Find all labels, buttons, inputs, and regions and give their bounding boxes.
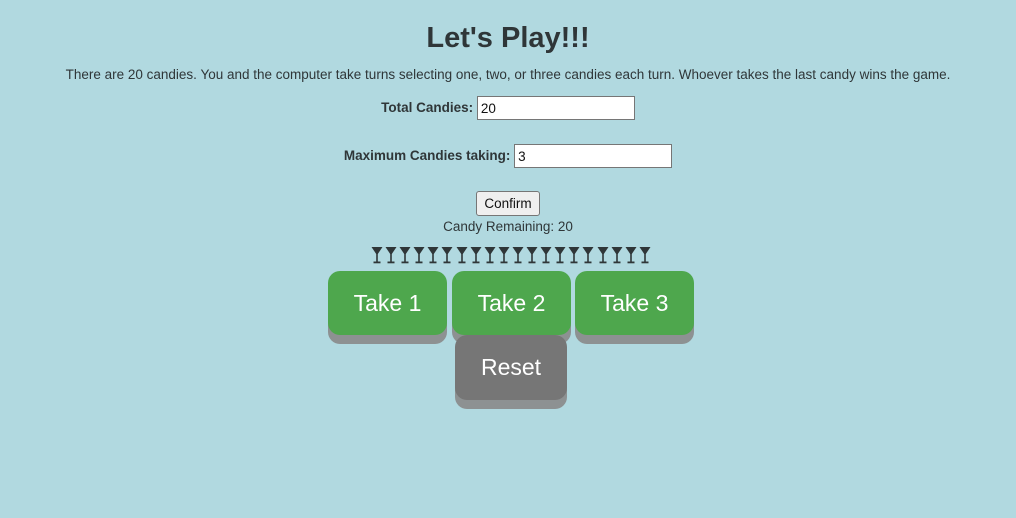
game-page: Let's Play!!! There are 20 candies. You … — [0, 0, 1016, 518]
candy-row — [371, 246, 651, 264]
martini-glass-icon — [427, 247, 439, 264]
martini-glass-icon — [639, 247, 651, 264]
take-2-button[interactable]: Take 2 — [452, 271, 571, 335]
martini-glass-icon — [554, 247, 566, 264]
martini-glass-icon — [568, 247, 580, 264]
take-1-button[interactable]: Take 1 — [328, 271, 447, 335]
total-candies-input[interactable] — [476, 96, 635, 121]
martini-glass-icon — [498, 247, 510, 264]
max-candies-row: Maximum Candies taking: — [0, 143, 1016, 169]
game-description: There are 20 candies. You and the comput… — [65, 67, 951, 82]
martini-glass-icon — [540, 247, 552, 264]
martini-glass-icon — [484, 247, 496, 264]
confirm-button[interactable]: Confirm — [476, 191, 540, 216]
candy-remaining-text: Candy Remaining: 20 — [443, 219, 573, 234]
martini-glass-icon — [371, 247, 383, 264]
martini-glass-icon — [526, 247, 538, 264]
martini-glass-icon — [385, 247, 397, 264]
martini-glass-icon — [456, 247, 468, 264]
total-candies-row: Total Candies: — [0, 95, 1016, 121]
max-candies-label: Maximum Candies taking: — [343, 148, 511, 163]
martini-glass-icon — [611, 247, 623, 264]
martini-glass-icon — [413, 247, 425, 264]
page-title: Let's Play!!! — [426, 22, 590, 54]
reset-button[interactable]: Reset — [455, 335, 567, 400]
martini-glass-icon — [512, 247, 524, 264]
martini-glass-icon — [582, 247, 594, 264]
martini-glass-icon — [399, 247, 411, 264]
take-3-button[interactable]: Take 3 — [575, 271, 694, 335]
martini-glass-icon — [441, 247, 453, 264]
martini-glass-icon — [597, 247, 608, 264]
total-candies-label: Total Candies: — [381, 100, 474, 115]
confirm-wrap: Confirm — [0, 191, 1016, 216]
martini-glass-icon — [470, 247, 482, 264]
martini-glass-icon — [625, 247, 637, 264]
max-candies-input[interactable] — [514, 144, 673, 169]
